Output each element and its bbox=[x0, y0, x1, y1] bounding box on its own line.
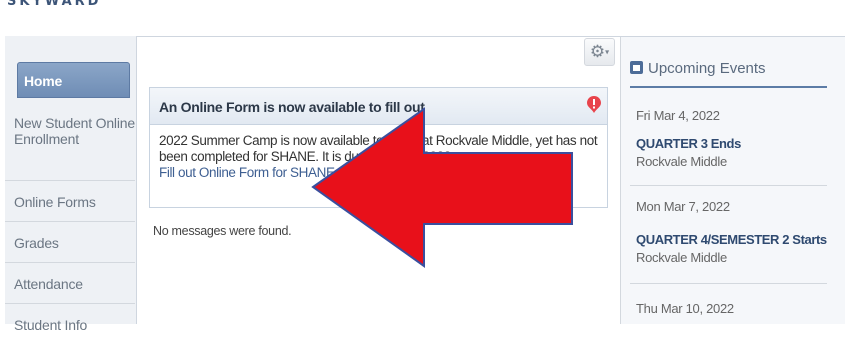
event-title[interactable]: QUARTER 4/SEMESTER 2 Starts bbox=[636, 232, 827, 247]
event-divider bbox=[630, 185, 827, 186]
sidebar-item-online-forms[interactable]: Online Forms bbox=[5, 182, 135, 222]
sidebar-item-home[interactable]: Home bbox=[17, 62, 130, 98]
sidebar-item-student-info[interactable]: Student Info bbox=[5, 305, 135, 335]
settings-gear-button[interactable]: ⚙▾ bbox=[584, 38, 615, 66]
upcoming-events-title: Upcoming Events bbox=[648, 60, 766, 77]
event-date: Thu Mar 10, 2022 bbox=[636, 301, 734, 316]
fill-out-form-link[interactable]: Fill out Online Form for SHANE bbox=[159, 165, 598, 181]
event-title[interactable]: QUARTER 3 Ends bbox=[636, 136, 741, 151]
event-divider bbox=[630, 283, 827, 284]
event-location: Rockvale Middle bbox=[636, 250, 727, 265]
calendar-icon bbox=[630, 61, 643, 74]
event-date: Fri Mar 4, 2022 bbox=[636, 108, 720, 123]
sidebar-nav: Home New Student Online Enrollment Onlin… bbox=[5, 36, 137, 333]
upcoming-events-header: Upcoming Events bbox=[630, 58, 827, 88]
event-date: Mon Mar 7, 2022 bbox=[636, 199, 730, 214]
gear-icon: ⚙ bbox=[589, 42, 606, 61]
brand-logo-text: SKYWARD bbox=[7, 0, 102, 9]
alert-icon bbox=[587, 96, 601, 113]
sidebar-item-grades[interactable]: Grades bbox=[5, 223, 135, 263]
upcoming-events-panel: Upcoming Events Fri Mar 4, 2022 QUARTER … bbox=[620, 37, 845, 324]
alert-title: An Online Form is now available to fill … bbox=[150, 88, 607, 125]
event-location: Rockvale Middle bbox=[636, 154, 727, 169]
alert-message: 2022 Summer Camp is now available to fil… bbox=[159, 133, 598, 164]
chevron-down-icon: ▾ bbox=[605, 47, 610, 57]
sidebar-item-new-student-enrollment[interactable]: New Student Online Enrollment bbox=[5, 112, 135, 181]
sidebar-item-attendance[interactable]: Attendance bbox=[5, 264, 135, 304]
online-form-alert: An Online Form is now available to fill … bbox=[149, 87, 608, 208]
no-messages-text: No messages were found. bbox=[153, 224, 292, 238]
